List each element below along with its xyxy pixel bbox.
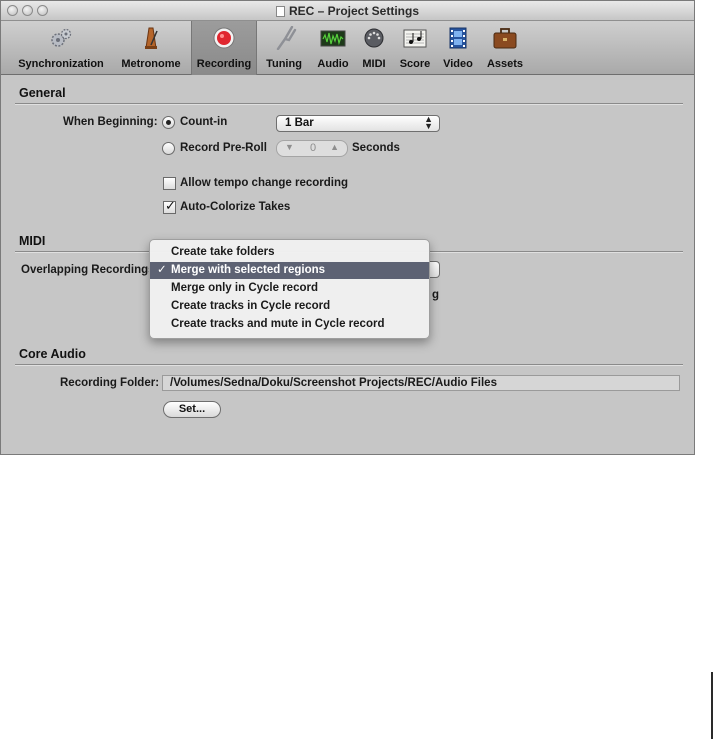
count-in-popup[interactable]: 1 Bar ▲ ▼	[276, 115, 440, 132]
popup-arrows-icon: ▲ ▼	[424, 114, 433, 131]
count-in-value: 1 Bar	[285, 117, 314, 129]
stepper-up-icon[interactable]: ▲	[330, 142, 339, 152]
tab-label: Tuning	[266, 58, 302, 70]
menu-item-create-tracks-in-cycle-record[interactable]: Create tracks in Cycle record	[150, 298, 429, 315]
tab-label: Assets	[486, 58, 524, 70]
menu-item-create-tracks-and-mute-in-cycle-record[interactable]: Create tracks and mute in Cycle record	[150, 316, 429, 333]
section-divider	[15, 364, 683, 366]
menu-item-create-take-folders[interactable]: Create take folders	[150, 244, 429, 261]
set-folder-button[interactable]: Set...	[163, 401, 221, 418]
score-notes-icon	[403, 29, 427, 48]
tab-label: Synchronization	[18, 58, 104, 70]
recording-folder-label: Recording Folder:	[60, 377, 160, 389]
document-icon	[275, 6, 285, 17]
window-title-text: REC – Project Settings	[288, 4, 420, 18]
tab-assets[interactable]: Assets	[482, 21, 528, 75]
record-icon	[213, 27, 235, 49]
project-settings-window: REC – Project Settings Synchronization M…	[0, 0, 695, 455]
tab-label: Audio	[317, 58, 349, 70]
tab-synchronization[interactable]: Synchronization	[11, 21, 111, 75]
checkmark-icon: ✓	[157, 264, 167, 276]
count-in-radio[interactable]	[162, 116, 175, 129]
record-preroll-label: Record Pre-Roll	[180, 142, 267, 154]
preroll-value: 0	[310, 142, 317, 154]
auto-colorize-label: Auto-Colorize Takes	[180, 201, 291, 213]
title-bar: REC – Project Settings	[1, 1, 694, 21]
overlapping-recordings-menu: Create take folders ✓ Merge with selected…	[149, 239, 430, 339]
midi-plug-icon	[364, 28, 384, 48]
menu-item-label: Merge with selected regions	[171, 264, 326, 276]
tab-video[interactable]: Video	[437, 21, 479, 75]
section-heading-core-audio: Core Audio	[19, 347, 86, 361]
allow-tempo-label: Allow tempo change recording	[180, 177, 349, 189]
briefcase-icon	[493, 28, 517, 49]
menu-item-label: Create take folders	[171, 246, 275, 258]
tuning-fork-icon	[276, 26, 297, 50]
tab-label: Metronome	[121, 58, 181, 70]
tab-label: Video	[443, 58, 473, 70]
tab-audio[interactable]: Audio	[313, 21, 353, 75]
auto-colorize-checkbox[interactable]: ✓	[163, 198, 176, 214]
tab-score[interactable]: Score	[395, 21, 435, 75]
overlapping-recordings-label: Overlapping Recordings:	[21, 264, 159, 276]
preroll-stepper[interactable]: ▼ 0 ▲	[276, 140, 348, 157]
recording-folder-path: /Volumes/Sedna/Doku/Screenshot Projects/…	[162, 375, 680, 391]
checkmark-icon: ✓	[165, 198, 176, 213]
allow-tempo-checkbox[interactable]	[163, 177, 176, 190]
tab-recording[interactable]: Recording	[191, 21, 257, 75]
radio-selected-dot	[166, 120, 171, 125]
hidden-label-tail: g	[432, 289, 440, 301]
tab-label: Score	[399, 58, 431, 70]
gears-icon	[51, 28, 72, 47]
menu-item-merge-only-in-cycle-record[interactable]: Merge only in Cycle record	[150, 280, 429, 297]
section-heading-midi: MIDI	[19, 234, 46, 248]
metronome-icon	[145, 27, 158, 49]
section-divider	[15, 103, 683, 105]
film-icon	[449, 27, 467, 49]
menu-item-label: Merge only in Cycle record	[171, 282, 318, 294]
settings-toolbar: Synchronization Metronome Recording Tuni…	[1, 21, 694, 75]
window-title: REC – Project Settings	[1, 4, 694, 18]
tab-midi[interactable]: MIDI	[357, 21, 391, 75]
menu-item-merge-with-selected-regions[interactable]: ✓ Merge with selected regions	[150, 262, 429, 279]
audio-waveform-icon	[320, 30, 346, 47]
tab-metronome[interactable]: Metronome	[115, 21, 187, 75]
count-in-label: Count-in	[180, 116, 228, 128]
when-beginning-label: When Beginning:	[63, 116, 158, 128]
seconds-label: Seconds	[352, 142, 400, 154]
section-heading-general: General	[19, 86, 66, 100]
record-preroll-radio[interactable]	[162, 142, 175, 155]
menu-item-label: Create tracks and mute in Cycle record	[171, 318, 385, 330]
tab-label: Recording	[196, 58, 252, 70]
tab-label: MIDI	[362, 58, 386, 70]
tab-tuning[interactable]: Tuning	[260, 21, 308, 75]
stepper-down-icon[interactable]: ▼	[285, 142, 294, 152]
menu-item-label: Create tracks in Cycle record	[171, 300, 331, 312]
